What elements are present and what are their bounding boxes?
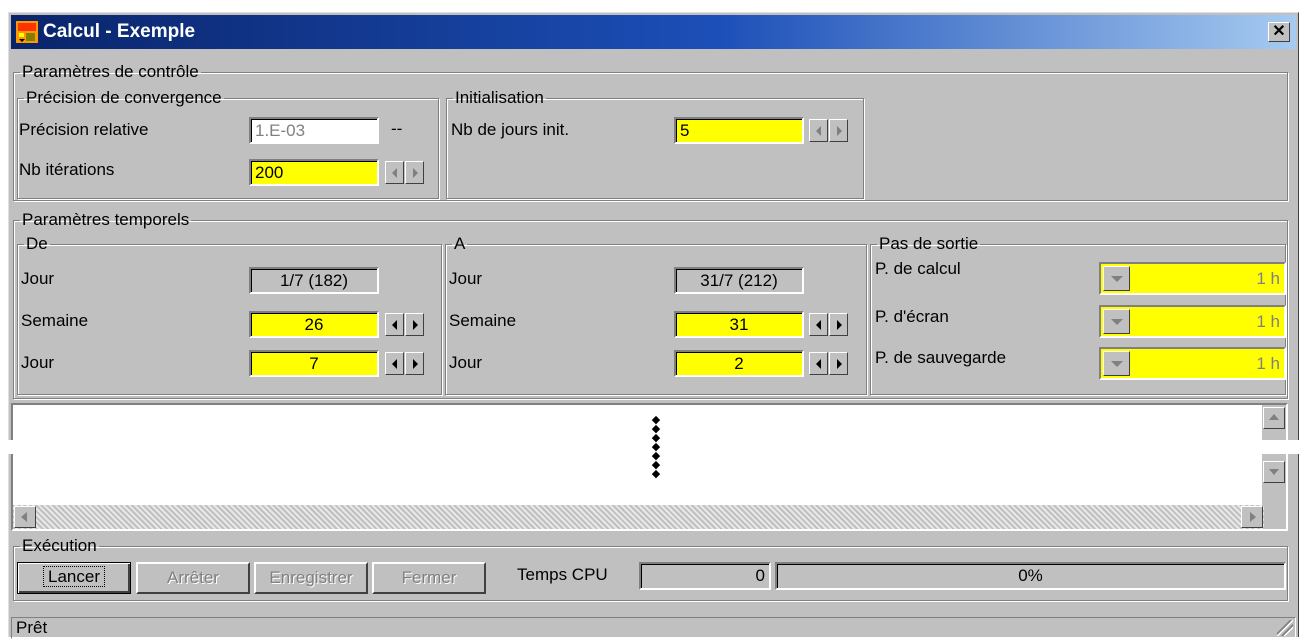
spin-left-icon[interactable] [809, 352, 828, 375]
lancer-button[interactable]: Lancer [17, 562, 131, 594]
group-initialisation: Initialisation [446, 89, 864, 199]
spin-right-icon[interactable] [405, 313, 424, 336]
cpu-label: Temps CPU [517, 565, 608, 584]
a-semaine-input[interactable]: 31 [674, 311, 804, 338]
a-jour2-label: Jour [449, 353, 483, 372]
iterations-input[interactable]: 200 [249, 159, 379, 186]
title-bar[interactable]: Calcul - Exemple ✕ [11, 15, 1296, 49]
de-semaine-spinner[interactable] [385, 313, 424, 336]
group-title: De [26, 234, 48, 253]
enregistrer-button[interactable]: Enregistrer [254, 562, 368, 594]
button-label: Lancer [43, 566, 105, 587]
chevron-down-icon[interactable] [1103, 309, 1130, 334]
button-label: Enregistrer [269, 568, 353, 587]
progress-bar: 0% [775, 562, 1286, 590]
chevron-down-icon[interactable] [1103, 351, 1130, 376]
de-jour-display: 1/7 (182) [249, 267, 379, 294]
window-title: Calcul - Exemple [43, 21, 196, 42]
group-title: Paramètres de contrôle [22, 62, 199, 81]
init-days-label: Nb de jours init. [451, 120, 570, 139]
resize-grip-icon[interactable] [1277, 620, 1293, 636]
a-jour-label: Jour [449, 269, 483, 288]
group-title: Initialisation [455, 88, 544, 107]
a-jour2-input[interactable]: 2 [674, 350, 804, 377]
spin-right-icon[interactable] [829, 313, 848, 336]
iterations-spinner[interactable] [385, 161, 424, 184]
scroll-right-icon[interactable] [1241, 506, 1263, 528]
group-title: A [454, 234, 466, 253]
dropdown-value: 1 h [1256, 312, 1280, 331]
de-jour2-input[interactable]: 7 [249, 350, 379, 377]
group-title: Précision de convergence [26, 88, 222, 107]
close-button[interactable]: ✕ [1268, 22, 1290, 42]
group-title: Paramètres temporels [22, 210, 190, 229]
fermer-button[interactable]: Fermer [372, 562, 486, 594]
chevron-down-icon[interactable] [1103, 266, 1130, 291]
dropdown-value: 1 h [1256, 269, 1280, 288]
spin-left-icon[interactable] [809, 313, 828, 336]
a-jour2-spinner[interactable] [809, 352, 848, 375]
spin-left-icon[interactable] [385, 313, 404, 336]
dropdown-value: 1 h [1256, 354, 1280, 373]
vertical-scrollbar[interactable] [1262, 405, 1286, 529]
spin-left-icon[interactable] [385, 352, 404, 375]
spin-right-icon[interactable] [829, 119, 848, 142]
spin-right-icon[interactable] [829, 352, 848, 375]
de-jour2-label: Jour [21, 353, 55, 372]
button-label: Arrêter [167, 568, 219, 587]
de-semaine-input[interactable]: 26 [249, 311, 379, 338]
horizontal-scrollbar[interactable] [13, 505, 1264, 529]
sortie-ecran-label: P. d'écran [875, 307, 949, 326]
sortie-calcul-dropdown[interactable]: 1 h [1099, 262, 1286, 295]
cpu-value: 0 [639, 562, 771, 590]
init-days-spinner[interactable] [809, 119, 848, 142]
sortie-ecran-dropdown[interactable]: 1 h [1099, 305, 1286, 338]
arreter-button[interactable]: Arrêter [136, 562, 250, 594]
de-jour-label: Jour [21, 269, 55, 288]
de-semaine-label: Semaine [21, 311, 89, 330]
app-icon [16, 21, 38, 43]
sortie-calcul-label: P. de calcul [875, 259, 961, 278]
spin-right-icon[interactable] [405, 352, 424, 375]
precision-input[interactable]: 1.E-03 [249, 117, 379, 144]
ellipsis-marker: ◆ ◆ ◆ ◆ ◆ ◆ ◆ [651, 414, 661, 480]
scroll-down-icon[interactable] [1263, 461, 1285, 483]
sortie-sauvegarde-label: P. de sauvegarde [875, 348, 1007, 367]
button-label: Fermer [401, 568, 457, 587]
a-semaine-label: Semaine [449, 311, 517, 330]
status-text: Prêt [16, 618, 48, 637]
precision-label: Précision relative [19, 120, 149, 139]
spin-left-icon[interactable] [385, 161, 404, 184]
calcul-window: Calcul - Exemple ✕ Paramètres de contrôl… [8, 12, 1299, 639]
scroll-left-icon[interactable] [14, 506, 36, 528]
status-bar: Prêt [11, 617, 1296, 639]
a-semaine-spinner[interactable] [809, 313, 848, 336]
de-jour2-spinner[interactable] [385, 352, 424, 375]
scroll-up-icon[interactable] [1263, 407, 1285, 429]
close-icon: ✕ [1272, 23, 1286, 40]
a-jour-display: 31/7 (212) [674, 267, 804, 294]
spin-left-icon[interactable] [809, 119, 828, 142]
progress-text: 0% [1018, 566, 1043, 585]
spin-right-icon[interactable] [405, 161, 424, 184]
sortie-sauvegarde-dropdown[interactable]: 1 h [1099, 347, 1286, 380]
iterations-label: Nb itérations [19, 160, 115, 179]
group-title: Exécution [22, 536, 97, 555]
precision-unit: -- [391, 119, 403, 138]
group-title: Pas de sortie [879, 234, 979, 253]
init-days-input[interactable]: 5 [674, 117, 804, 144]
